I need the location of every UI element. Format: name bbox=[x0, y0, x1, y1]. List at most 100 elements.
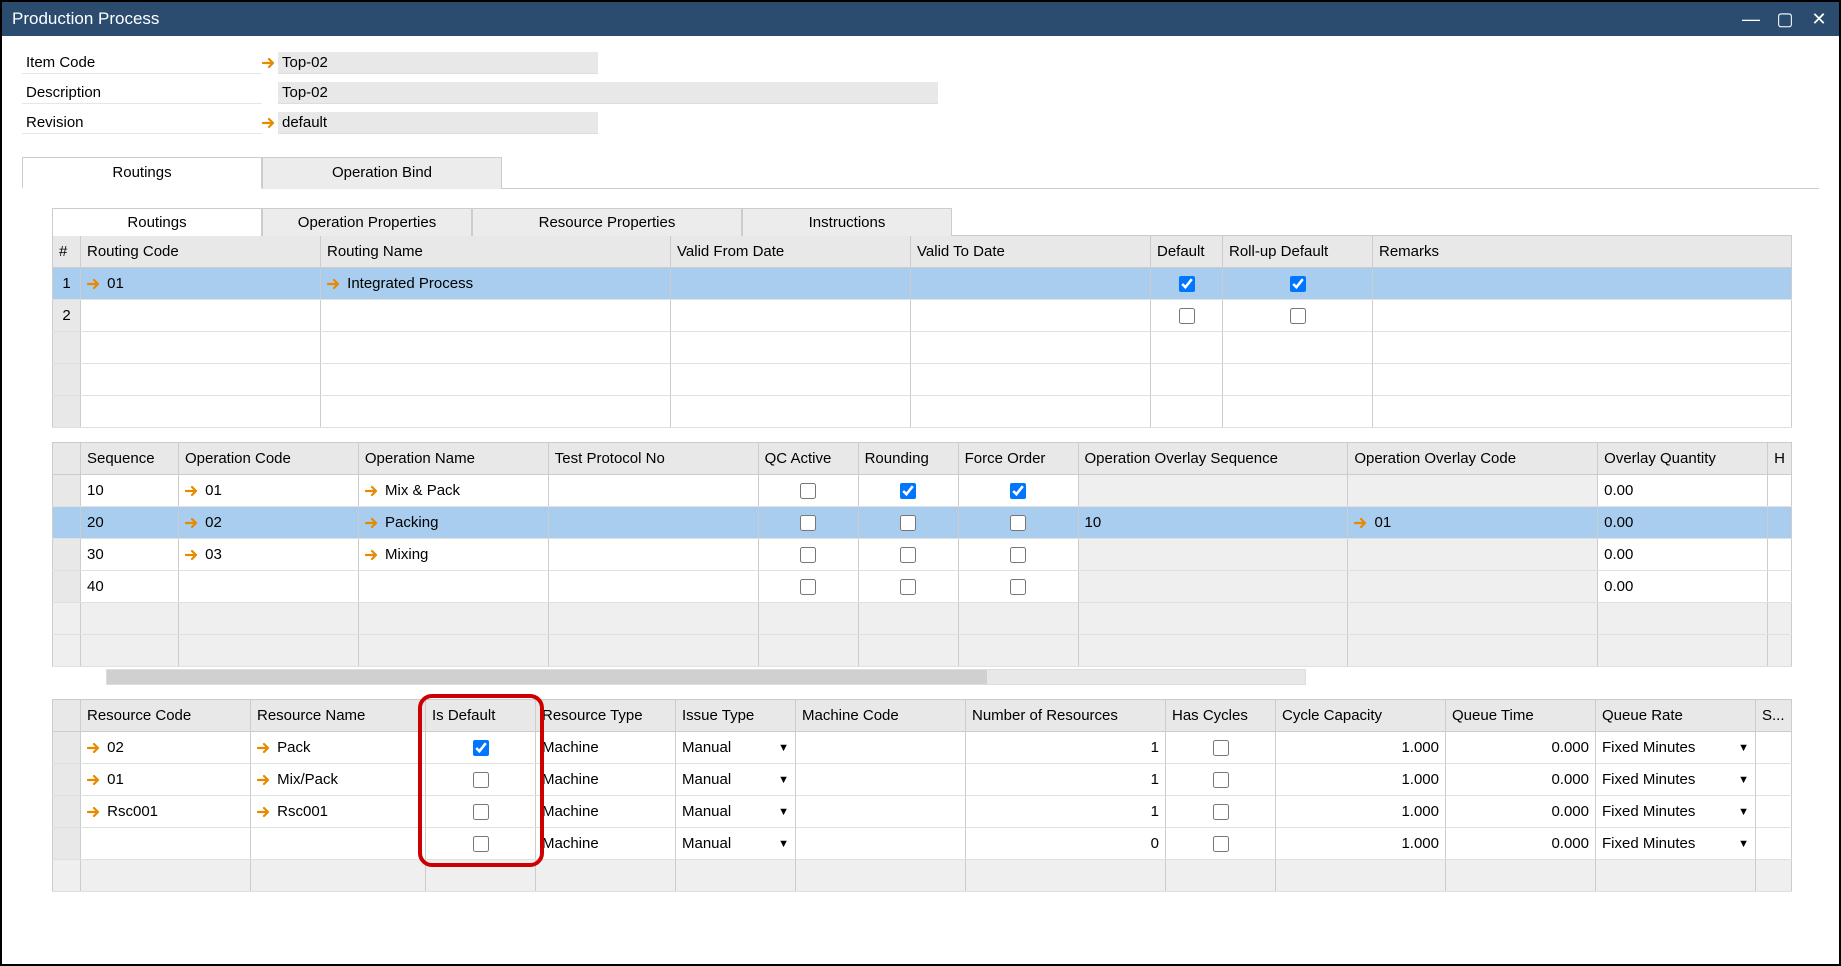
col-valid-from[interactable]: Valid From Date bbox=[671, 236, 911, 268]
col-test-protocol[interactable]: Test Protocol No bbox=[548, 443, 758, 475]
col-num-resources[interactable]: Number of Resources bbox=[966, 700, 1166, 732]
routing-code-cell[interactable] bbox=[81, 300, 321, 332]
checkbox[interactable] bbox=[1290, 308, 1306, 324]
link-arrow-icon[interactable] bbox=[257, 805, 273, 819]
subtab-instructions[interactable]: Instructions bbox=[742, 208, 952, 236]
col-issue-type[interactable]: Issue Type bbox=[676, 700, 796, 732]
checkbox[interactable] bbox=[900, 483, 916, 499]
qrate-cell[interactable]: Fixed Minutes▼ bbox=[1596, 764, 1756, 796]
issue-type-cell[interactable]: Manual▼ bbox=[676, 764, 796, 796]
overlay-seq-cell[interactable] bbox=[1078, 571, 1348, 603]
overlay-qty-cell[interactable]: 0.00 bbox=[1598, 571, 1768, 603]
operations-grid[interactable]: Sequence Operation Code Operation Name T… bbox=[52, 442, 1792, 667]
qtime-cell[interactable]: 0.000 bbox=[1446, 828, 1596, 860]
cap-cell[interactable]: 1.000 bbox=[1276, 764, 1446, 796]
horizontal-scrollbar[interactable] bbox=[106, 669, 1306, 685]
overlay-qty-cell[interactable]: 0.00 bbox=[1598, 475, 1768, 507]
qtime-cell[interactable]: 0.000 bbox=[1446, 764, 1596, 796]
col-op-code[interactable]: Operation Code bbox=[178, 443, 358, 475]
checkbox[interactable] bbox=[1213, 772, 1229, 788]
dropdown-icon[interactable]: ▼ bbox=[778, 774, 789, 786]
checkbox[interactable] bbox=[1010, 547, 1026, 563]
op-code-cell[interactable]: 02 bbox=[178, 507, 358, 539]
issue-type-cell[interactable]: Manual▼ bbox=[676, 732, 796, 764]
qrate-cell[interactable]: Fixed Minutes▼ bbox=[1596, 732, 1756, 764]
overlay-qty-cell[interactable]: 0.00 bbox=[1598, 507, 1768, 539]
checkbox[interactable] bbox=[800, 483, 816, 499]
seq-cell[interactable]: 10 bbox=[80, 475, 178, 507]
res-type-cell[interactable]: Machine bbox=[536, 828, 676, 860]
scrollbar-thumb[interactable] bbox=[107, 670, 987, 684]
op-name-cell[interactable]: Mixing bbox=[358, 539, 548, 571]
col-last[interactable]: H bbox=[1768, 443, 1792, 475]
qtime-cell[interactable]: 0.000 bbox=[1446, 732, 1596, 764]
routings-grid[interactable]: # Routing Code Routing Name Valid From D… bbox=[52, 235, 1792, 428]
maximize-button[interactable]: ▢ bbox=[1775, 9, 1795, 30]
col-is-default[interactable]: Is Default bbox=[426, 700, 536, 732]
res-code-cell[interactable]: Rsc001 bbox=[81, 796, 251, 828]
issue-type-cell[interactable]: Manual▼ bbox=[676, 796, 796, 828]
col-last-res[interactable]: S... bbox=[1756, 700, 1792, 732]
res-code-cell[interactable]: 02 bbox=[81, 732, 251, 764]
checkbox[interactable] bbox=[900, 547, 916, 563]
link-arrow-icon[interactable] bbox=[262, 116, 278, 130]
resources-grid[interactable]: Resource Code Resource Name Is Default R… bbox=[52, 699, 1792, 892]
subtab-routings[interactable]: Routings bbox=[52, 208, 262, 236]
overlay-code-cell[interactable] bbox=[1348, 571, 1598, 603]
link-arrow-icon[interactable] bbox=[87, 741, 103, 755]
routing-name-cell[interactable]: Integrated Process bbox=[321, 268, 671, 300]
col-res-code[interactable]: Resource Code bbox=[81, 700, 251, 732]
checkbox[interactable] bbox=[1213, 740, 1229, 756]
res-type-cell[interactable]: Machine bbox=[536, 764, 676, 796]
col-routing-name[interactable]: Routing Name bbox=[321, 236, 671, 268]
dropdown-icon[interactable]: ▼ bbox=[1738, 774, 1749, 786]
col-qc-active[interactable]: QC Active bbox=[758, 443, 858, 475]
op-name-cell[interactable]: Packing bbox=[358, 507, 548, 539]
col-force-order[interactable]: Force Order bbox=[958, 443, 1078, 475]
res-name-cell[interactable] bbox=[251, 828, 426, 860]
col-valid-to[interactable]: Valid To Date bbox=[911, 236, 1151, 268]
col-res-type[interactable]: Resource Type bbox=[536, 700, 676, 732]
minimize-button[interactable]: — bbox=[1741, 9, 1761, 30]
overlay-qty-cell[interactable]: 0.00 bbox=[1598, 539, 1768, 571]
link-arrow-icon[interactable] bbox=[1354, 516, 1370, 530]
op-name-cell[interactable]: Mix & Pack bbox=[358, 475, 548, 507]
link-arrow-icon[interactable] bbox=[365, 484, 381, 498]
table-row[interactable]: 1 01 Integrated Process bbox=[53, 268, 1792, 300]
res-name-cell[interactable]: Mix/Pack bbox=[251, 764, 426, 796]
link-arrow-icon[interactable] bbox=[257, 773, 273, 787]
op-code-cell[interactable]: 03 bbox=[178, 539, 358, 571]
checkbox[interactable] bbox=[1213, 836, 1229, 852]
link-arrow-icon[interactable] bbox=[185, 484, 201, 498]
num-res-cell[interactable]: 0 bbox=[966, 828, 1166, 860]
checkbox[interactable] bbox=[800, 547, 816, 563]
table-row[interactable]: 20 02 Packing10 010.00 bbox=[53, 507, 1792, 539]
subtab-resource-properties[interactable]: Resource Properties bbox=[472, 208, 742, 236]
close-button[interactable]: ✕ bbox=[1809, 9, 1829, 30]
col-sequence[interactable]: Sequence bbox=[80, 443, 178, 475]
checkbox[interactable] bbox=[900, 579, 916, 595]
dropdown-icon[interactable]: ▼ bbox=[778, 838, 789, 850]
overlay-seq-cell[interactable] bbox=[1078, 539, 1348, 571]
issue-type-cell[interactable]: Manual▼ bbox=[676, 828, 796, 860]
num-res-cell[interactable]: 1 bbox=[966, 764, 1166, 796]
num-res-cell[interactable]: 1 bbox=[966, 796, 1166, 828]
col-res-name[interactable]: Resource Name bbox=[251, 700, 426, 732]
routing-code-cell[interactable]: 01 bbox=[81, 268, 321, 300]
link-arrow-icon[interactable] bbox=[185, 516, 201, 530]
table-row[interactable]: 2 bbox=[53, 300, 1792, 332]
col-rollup[interactable]: Roll-up Default bbox=[1223, 236, 1373, 268]
link-arrow-icon[interactable] bbox=[262, 56, 278, 70]
tab-operation-bind[interactable]: Operation Bind bbox=[262, 157, 502, 189]
dropdown-icon[interactable]: ▼ bbox=[1738, 742, 1749, 754]
dropdown-icon[interactable]: ▼ bbox=[778, 806, 789, 818]
res-type-cell[interactable]: Machine bbox=[536, 732, 676, 764]
revision-field[interactable]: default bbox=[278, 112, 598, 134]
link-arrow-icon[interactable] bbox=[257, 741, 273, 755]
table-row[interactable]: 400.00 bbox=[53, 571, 1792, 603]
seq-cell[interactable]: 20 bbox=[80, 507, 178, 539]
table-row[interactable]: MachineManual▼01.0000.000Fixed Minutes▼ bbox=[53, 828, 1792, 860]
col-rounding[interactable]: Rounding bbox=[858, 443, 958, 475]
checkbox[interactable] bbox=[1010, 579, 1026, 595]
col-default[interactable]: Default bbox=[1151, 236, 1223, 268]
